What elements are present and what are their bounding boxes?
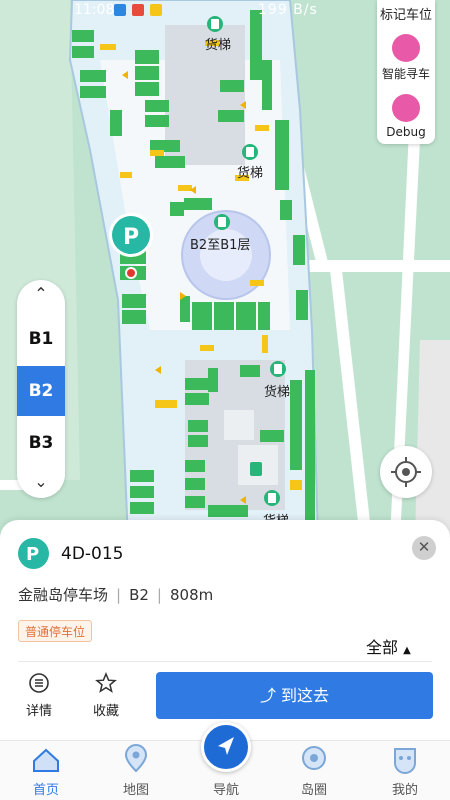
filter-label: 全部 (366, 638, 399, 657)
details-label: 详情 (25, 704, 52, 719)
go-here-label: 到这去 (281, 686, 330, 705)
map-tools-panel: 标记车位 智能寻车 Debug (377, 0, 435, 144)
svg-text:P: P (26, 544, 39, 565)
nav-island-label: 岛圈 (300, 783, 327, 798)
home-icon (33, 748, 59, 772)
parking-icon: P (18, 538, 49, 569)
floor-switcher: ⌃ B1 B2 B3 ⌄ (17, 280, 65, 498)
spot-floor: B2 (129, 586, 149, 604)
spot-info-card: P 4D-015 ✕ 金融岛停车场 | B2 | 808m 普通停车位 全部 ▲ 详情 … (0, 520, 450, 740)
locate-button[interactable] (380, 446, 432, 498)
island-circle-icon (302, 746, 326, 770)
close-icon[interactable]: ✕ (412, 536, 436, 560)
car-icon (392, 34, 420, 62)
filter-dropdown[interactable]: 全部 ▲ (366, 634, 411, 658)
spot-info-line: 金融岛停车场 | B2 | 808m (18, 586, 214, 604)
caret-up-icon: ▲ (403, 645, 411, 656)
debug-button[interactable]: Debug (377, 94, 435, 139)
crosshair-icon (391, 457, 421, 487)
divider (18, 661, 432, 662)
chevron-up-icon[interactable]: ⌃ (17, 284, 65, 303)
map-label-ramp: B2至B1层 (190, 238, 251, 253)
map-pin-icon (124, 744, 148, 773)
map-label-elevator-1: 货梯 (205, 38, 232, 53)
network-speed: 199 B/s (258, 2, 318, 18)
nav-island[interactable]: 岛圈 (284, 741, 344, 798)
details-button[interactable]: 详情 (14, 672, 64, 719)
profile-icon (394, 748, 416, 774)
navigation-center-button[interactable] (201, 722, 251, 772)
favorite-button[interactable]: 收藏 (81, 672, 131, 719)
map-label-elevator-3: 货梯 (264, 385, 291, 400)
lot-name: 金融岛停车场 (18, 586, 109, 604)
app-notification-icon-2 (150, 4, 162, 16)
spot-type-tag: 普通停车位 (18, 620, 93, 642)
map-label-elevator-2: 货梯 (237, 166, 264, 181)
nav-map-label: 地图 (122, 783, 149, 798)
route-icon: ⤴ (259, 686, 276, 705)
notification-icon (114, 4, 126, 16)
svg-text:P: P (123, 225, 139, 250)
nav-profile-label: 我的 (391, 783, 418, 798)
go-here-button[interactable]: ⤴ 到这去 (156, 672, 433, 719)
spot-code: 4D-015 (61, 544, 124, 564)
nav-navigation-label: 导航 (212, 783, 239, 798)
floor-b3[interactable]: B3 (17, 418, 65, 468)
smart-find-car-button[interactable]: 智能寻车 (377, 34, 435, 82)
nav-home[interactable]: 首页 (16, 741, 76, 798)
smart-find-car-label: 智能寻车 (381, 67, 430, 81)
app-notification-icon (132, 4, 144, 16)
nav-map[interactable]: 地图 (106, 741, 166, 798)
favorite-label: 收藏 (92, 704, 119, 719)
nav-profile[interactable]: 我的 (375, 741, 435, 798)
navigation-arrow-icon (218, 737, 234, 755)
list-icon (29, 673, 49, 693)
spot-distance: 808m (169, 586, 214, 604)
debug-label: Debug (386, 125, 426, 139)
star-icon (95, 672, 117, 693)
floor-b1[interactable]: B1 (17, 314, 65, 364)
nav-home-label: 首页 (32, 783, 59, 798)
floor-b2[interactable]: B2 (17, 366, 65, 416)
mark-spot-label[interactable]: 标记车位 (377, 4, 435, 23)
car-icon (392, 94, 420, 122)
status-time: 11:08 (74, 2, 115, 18)
chevron-down-icon[interactable]: ⌄ (17, 472, 65, 491)
